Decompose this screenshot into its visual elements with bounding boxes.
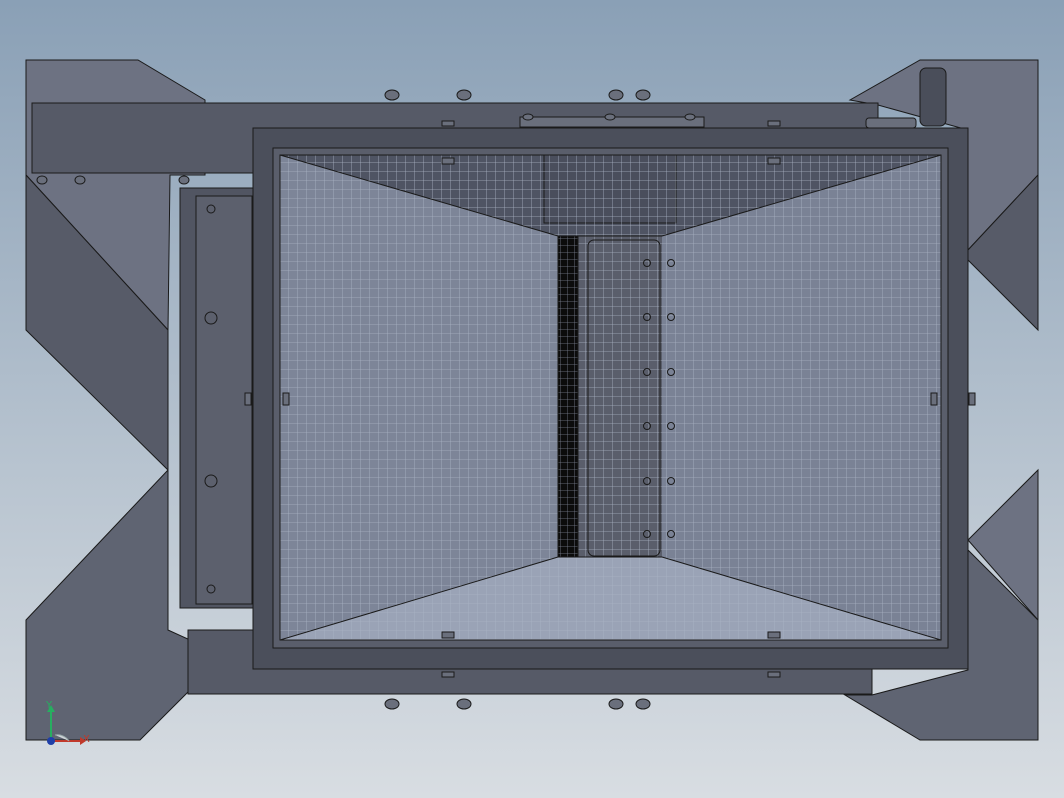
axis-triad: X Y: [40, 700, 100, 752]
discharge-slot: [557, 235, 579, 558]
x-axis-label: X: [83, 734, 90, 745]
vent-pipe: [919, 67, 947, 127]
cad-viewport[interactable]: X Y: [0, 0, 1064, 798]
y-axis-label: Y: [46, 700, 53, 711]
hopper-mesh: [279, 154, 942, 641]
cad-model-view[interactable]: [0, 0, 1064, 798]
